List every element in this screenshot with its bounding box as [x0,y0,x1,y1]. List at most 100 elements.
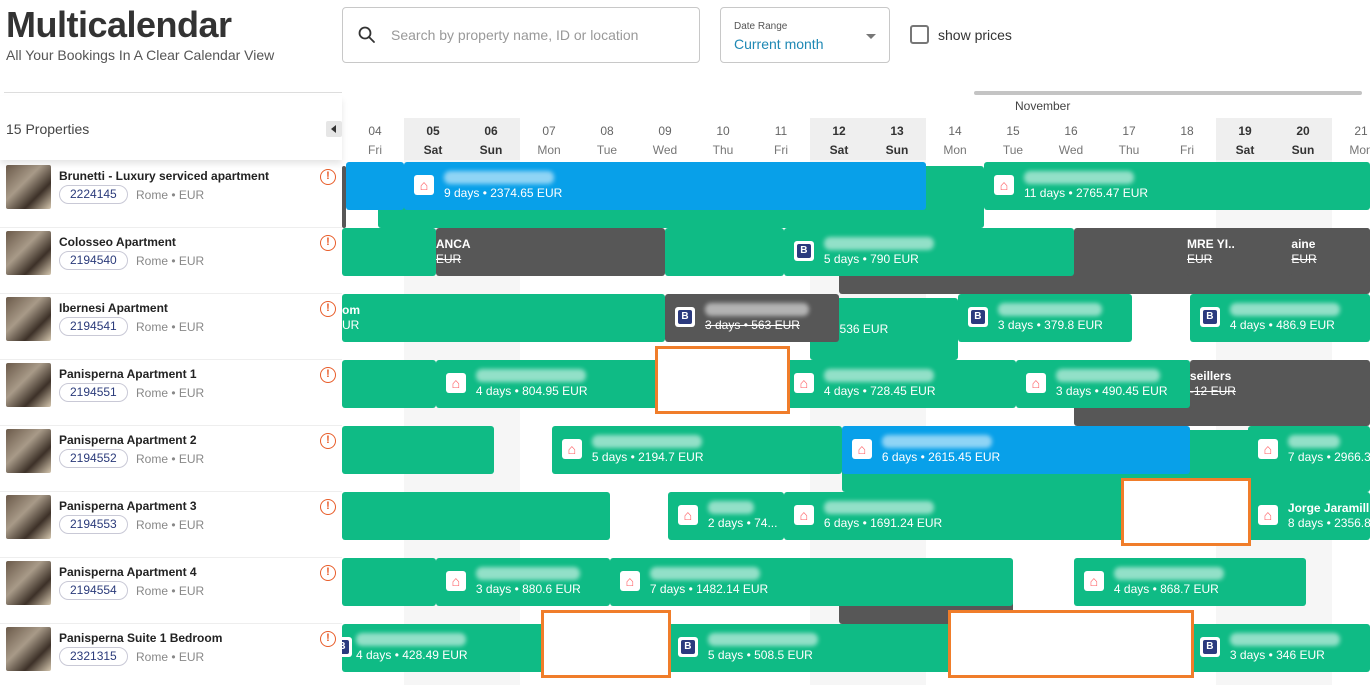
calendar-scrollbar[interactable] [974,91,1362,95]
day-number: 18 [1180,124,1194,138]
airbnb-logo-icon: ⌂ [1083,571,1104,591]
property-id-badge: 2194552 [59,449,128,468]
property-row[interactable]: Colosseo Apartment 2194540 Rome • EUR! [0,228,342,294]
day-number: 14 [948,124,962,138]
guest-name-blurred [444,171,554,187]
airbnb-logo-icon: ⌂ [1257,505,1278,525]
day-column-header: 10 Thu [694,118,752,160]
warning-icon[interactable]: ! [320,565,336,581]
booking-bar[interactable]: om UR [342,294,665,342]
booking-bar[interactable] [665,228,784,276]
booking-summary: 7 days • 2966.3 [1287,450,1370,464]
booking-bar[interactable]: ⌂ 11 days • 2765.47 EUR [984,162,1370,210]
date-range-value: Current month [734,36,824,52]
sidebar-header: 15 Properties [0,96,342,160]
booking-bar[interactable]: B 4 days • 428.49 EUR [342,624,552,672]
header-divider [4,92,342,93]
property-row[interactable]: Panisperna Apartment 2 2194552 Rome • EUR! [0,426,342,492]
booking-bar[interactable]: ANCA EUR [435,228,665,276]
property-thumbnail [6,165,51,209]
month-label: November [1015,99,1071,113]
booking-summary: 3 days • 490.45 EUR [1055,384,1168,398]
search-input[interactable] [391,22,681,48]
booking-bar[interactable]: ⌂ 2 days • 74... [667,492,784,540]
show-prices-checkbox[interactable] [910,25,929,44]
property-id-badge: 2194554 [59,581,128,600]
booking-bar[interactable]: ⌂ 4 days • 868.7 EUR [1073,558,1306,606]
booking-bar[interactable]: ⌂ 4 days • 804.95 EUR [435,360,668,408]
property-thumbnail [6,429,51,473]
day-number: 16 [1064,124,1078,138]
property-id-badge: 2224145 [59,185,128,204]
warning-icon[interactable]: ! [320,301,336,317]
booking-bar[interactable] [342,360,436,408]
booking-bar[interactable]: ⌂ 7 days • 2966.3 [1247,426,1370,474]
booking-bar[interactable] [342,426,494,474]
day-of-week: Sun [479,143,503,157]
property-count: 15 Properties [6,121,90,137]
booking-summary: 3 days • 379.8 EUR [997,318,1103,332]
booking-bar[interactable]: ⌂ 9 days • 2374.65 EUR [404,162,926,210]
collapse-sidebar-button[interactable] [326,121,342,137]
guest-name-blurred [997,303,1102,319]
property-row[interactable]: Panisperna Suite 1 Bedroom 2321315 Rome • … [0,624,342,685]
booking-bar[interactable] [342,492,610,540]
property-location: Rome • EUR [136,386,205,400]
app-subtitle: All Your Bookings In A Clear Calendar Vi… [6,47,275,63]
booking-summary: 3 days • 563 EUR [705,318,800,332]
day-column-header: 21 Mon [1332,118,1370,160]
booking-bar[interactable]: B 5 days • 790 EUR [783,228,1074,276]
booking-summary: 5 days • 508.5 EUR [707,648,813,662]
guest-name: ANCA [435,237,471,251]
booking-bar[interactable]: seillers -12 EUR [1189,360,1370,408]
booking-bar[interactable]: ⌂ 4 days • 728.45 EUR [783,360,1016,408]
booking-bar[interactable]: B 5 days • 508.5 EUR [667,624,958,672]
warning-icon[interactable]: ! [320,499,336,515]
day-number: 10 [716,124,730,138]
booking-bar[interactable] [342,228,436,276]
booking-bar[interactable]: ⌂ 6 days • 2615.45 EUR [841,426,1190,474]
property-location: Rome • EUR [136,188,205,202]
booking-bar[interactable]: ⌂ 7 days • 1482.14 EUR [609,558,1013,606]
warning-icon[interactable]: ! [320,235,336,251]
booking-bar[interactable]: MRE YI.. EUR [1187,228,1292,276]
day-of-week: Mon [1349,143,1370,157]
booking-bar[interactable]: ⌂ Jorge Jaramill 8 days • 2356.8 [1247,492,1370,540]
day-number: 05 [426,124,440,138]
booking-bar[interactable]: B 3 days • 563 EUR [665,294,839,342]
booking-bar[interactable]: ⌂ 3 days • 880.6 EUR [435,558,610,606]
booking-bar[interactable]: B 3 days • 346 EUR [1189,624,1370,672]
warning-icon[interactable]: ! [320,169,336,185]
property-location: Rome • EUR [136,518,205,532]
day-number: 13 [890,124,904,138]
property-row[interactable]: Panisperna Apartment 3 2194553 Rome • EUR! [0,492,342,558]
property-row[interactable]: Brunetti - Luxury serviced apartment 2224… [0,162,342,228]
booking-bar[interactable]: B 4 days • 486.9 EUR [1189,294,1370,342]
property-location: Rome • EUR [136,254,205,268]
day-of-week: Thu [1118,143,1140,157]
airbnb-logo-icon: ⌂ [677,505,698,525]
day-of-week: Wed [1058,143,1084,157]
show-prices-toggle[interactable]: show prices [910,25,1012,44]
warning-icon[interactable]: ! [320,631,336,647]
guest-name-blurred [1113,567,1224,583]
property-row[interactable]: Ibernesi Apartment 2194541 Rome • EUR! [0,294,342,360]
property-row[interactable]: Panisperna Apartment 1 2194551 Rome • EUR! [0,360,342,426]
airbnb-logo-icon: ⌂ [793,373,814,393]
date-range-select[interactable]: Date Range Current month [720,7,890,63]
booking-bar[interactable] [342,558,436,606]
day-column-header: 15 Tue [984,118,1042,160]
booking-bar[interactable]: B 3 days • 379.8 EUR [957,294,1132,342]
property-row[interactable]: Panisperna Apartment 4 2194554 Rome • EUR! [0,558,342,624]
day-number: 04 [368,124,382,138]
warning-icon[interactable]: ! [320,433,336,449]
booking-bar[interactable]: aine EUR [1291,228,1370,276]
day-of-week: Thu [712,143,734,157]
search-box[interactable] [342,7,700,63]
property-location: Rome • EUR [136,584,205,598]
booking-bar[interactable]: ⌂ 3 days • 490.45 EUR [1015,360,1190,408]
booking-bar[interactable]: ⌂ 6 days • 1691.24 EUR [783,492,1132,540]
warning-icon[interactable]: ! [320,367,336,383]
booking-bar[interactable]: ⌂ 5 days • 2194.7 EUR [551,426,842,474]
booking-bar[interactable] [346,162,404,210]
